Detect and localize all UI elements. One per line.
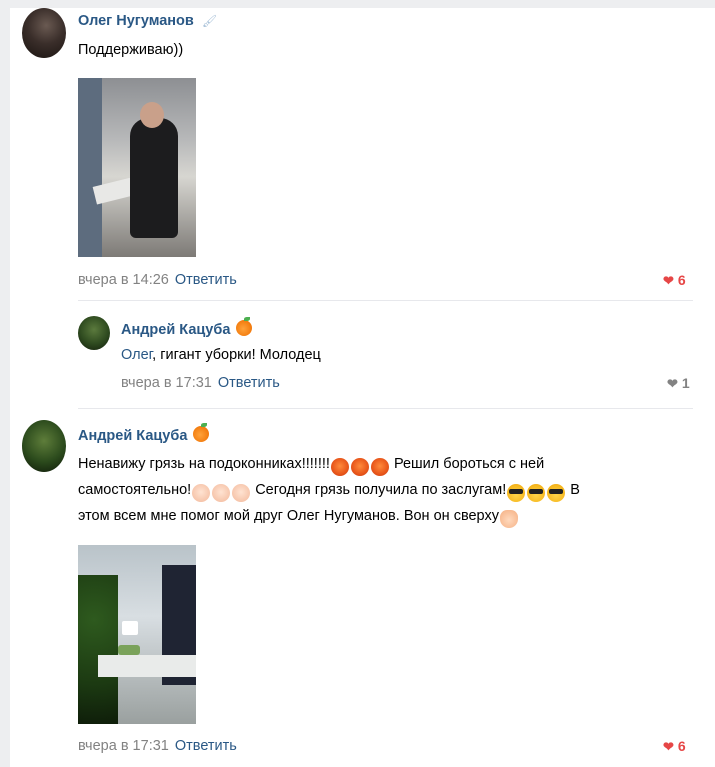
divider	[78, 300, 693, 301]
comment-body: самостоятельно!	[78, 482, 192, 498]
avatar[interactable]	[22, 8, 66, 58]
sunglasses-face-icon: x	[547, 484, 566, 502]
avatar[interactable]	[78, 316, 110, 350]
mention-link[interactable]: Олег	[121, 347, 152, 363]
comment-line: самостоятельно!xxx Сегодня грязь получил…	[78, 477, 698, 503]
reply-button[interactable]: Ответить	[175, 738, 237, 754]
fist-icon: x	[192, 484, 211, 502]
reply-button[interactable]: Ответить	[175, 272, 237, 288]
comment-line: этом всем мне помог мой друг Олег Нугума…	[78, 503, 698, 529]
angry-face-icon: x	[370, 458, 389, 476]
angry-face-icon: x	[350, 458, 369, 476]
like-button[interactable]: ❤ 6	[663, 272, 686, 289]
like-button[interactable]: ❤ 6	[663, 738, 686, 755]
divider	[78, 408, 693, 409]
pointing-up-icon: x	[499, 510, 518, 528]
author-link[interactable]: Андрей Кацуба	[78, 428, 187, 444]
tangerine-badge-icon	[236, 317, 253, 336]
sunglasses-face-icon: x	[507, 484, 526, 502]
comment-body: , гигант уборки! Молодец	[152, 347, 321, 363]
fist-icon: x	[212, 484, 231, 502]
like-count: 6	[677, 738, 686, 754]
heart-icon: ❤	[667, 376, 678, 391]
comment-text: Ненавижу грязь на подоконниках!!!!!!!xxx…	[78, 451, 698, 529]
comment-meta: вчера в 14:26 Ответить	[78, 272, 237, 288]
heart-icon: ❤	[663, 739, 674, 754]
like-count: 6	[677, 272, 686, 288]
comment-body: Ненавижу грязь на подоконниках!!!!!!!	[78, 456, 330, 472]
comment-time[interactable]: вчера в 14:26	[78, 272, 169, 288]
tangerine-badge-icon	[193, 423, 210, 442]
comment-body: В	[566, 482, 580, 498]
comment-time[interactable]: вчера в 17:31	[121, 375, 212, 391]
fist-icon: x	[232, 484, 251, 502]
reply-button[interactable]: Ответить	[218, 375, 280, 391]
like-button[interactable]: ❤ 1	[667, 375, 690, 392]
attached-photo[interactable]	[78, 545, 196, 724]
comment-text: Поддерживаю))	[78, 42, 184, 58]
feather-badge-icon: 🖌	[201, 14, 218, 28]
comment-body: Сегодня грязь получила по заслугам!	[251, 482, 507, 498]
attached-photo[interactable]	[78, 78, 196, 257]
comment-text: Олег, гигант уборки! Молодец	[121, 342, 321, 368]
comment-body: Решил бороться с ней	[389, 456, 545, 472]
author-link[interactable]: Олег Нугуманов	[78, 13, 194, 29]
angry-face-icon: x	[330, 458, 349, 476]
comment-meta: вчера в 17:31 Ответить	[121, 375, 280, 391]
comment-body: этом всем мне помог мой друг Олег Нугума…	[78, 508, 499, 524]
avatar[interactable]	[22, 420, 66, 472]
heart-icon: ❤	[663, 273, 674, 288]
comment-author[interactable]: Андрей Кацуба	[121, 317, 253, 338]
like-count: 1	[681, 375, 690, 391]
comments-panel: Олег Нугуманов 🖌 Поддерживаю)) вчера в 14…	[10, 8, 715, 767]
comment-line: Ненавижу грязь на подоконниках!!!!!!!xxx…	[78, 451, 698, 477]
comment-author[interactable]: Андрей Кацуба	[78, 423, 210, 444]
comment-time[interactable]: вчера в 17:31	[78, 738, 169, 754]
comment-author[interactable]: Олег Нугуманов 🖌	[78, 13, 217, 29]
comment-meta: вчера в 17:31 Ответить	[78, 738, 237, 754]
sunglasses-face-icon: x	[527, 484, 546, 502]
author-link[interactable]: Андрей Кацуба	[121, 322, 230, 338]
